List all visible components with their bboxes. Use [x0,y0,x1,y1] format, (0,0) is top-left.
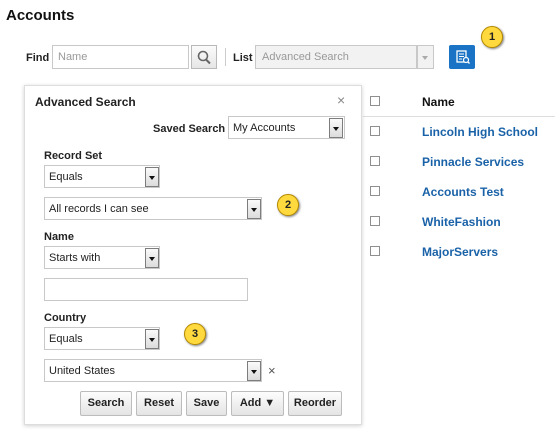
search-button[interactable]: Search [80,391,132,416]
country-operator-dropdown[interactable] [145,329,159,349]
chevron-down-icon [149,257,155,261]
toolbar-divider [225,48,226,66]
country-operator-select[interactable]: Equals [44,327,160,350]
table-row-link[interactable]: MajorServers [422,245,498,259]
save-button[interactable]: Save [186,391,227,416]
table-row-link[interactable]: WhiteFashion [422,215,501,229]
chevron-down-icon [333,127,339,131]
row-checkbox[interactable] [370,216,380,226]
record-set-label: Record Set [44,150,103,162]
page-title: Accounts [6,7,75,24]
row-checkbox[interactable] [370,126,380,136]
table-row-link[interactable]: Pinnacle Services [422,155,524,169]
callout-1: 1 [481,26,503,48]
chevron-down-icon [251,370,257,374]
record-set-operator-dropdown[interactable] [145,167,159,187]
panel-title: Advanced Search [35,95,136,109]
row-checkbox[interactable] [370,156,380,166]
name-value-input[interactable] [44,278,248,301]
search-icon [197,50,211,65]
chevron-down-icon [149,338,155,342]
record-set-value-dropdown[interactable] [247,199,261,219]
clear-icon[interactable]: × [268,363,276,378]
callout-2: 2 [277,194,299,216]
saved-search-dropdown[interactable] [329,118,343,138]
close-icon[interactable]: × [337,92,345,108]
reorder-button[interactable]: Reorder [288,391,342,416]
country-value-dropdown[interactable] [247,361,261,381]
select-all-checkbox[interactable] [370,96,380,106]
chevron-down-icon [251,208,257,212]
saved-search-label: Saved Search [153,123,226,135]
chevron-down-icon [149,176,155,180]
name-operator-dropdown[interactable] [145,248,159,268]
country-label: Country [44,312,87,324]
chevron-down-icon [422,56,428,60]
list-label: List [233,52,253,64]
list-select[interactable]: Advanced Search [255,45,417,69]
row-checkbox[interactable] [370,246,380,256]
name-operator-select[interactable]: Starts with [44,246,160,269]
record-set-value-select[interactable]: All records I can see [44,197,262,220]
country-value-select[interactable]: United States [44,359,262,382]
list-dropdown-button[interactable] [417,45,434,69]
advanced-search-icon [456,50,470,64]
column-header-name: Name [422,95,455,109]
name-label: Name [44,231,74,243]
table-header [363,88,555,117]
add-button[interactable]: Add ▼ [231,391,284,416]
saved-search-select[interactable]: My Accounts [228,116,345,139]
callout-3: 3 [184,323,206,345]
table-row-link[interactable]: Accounts Test [422,185,504,199]
find-label: Find [26,52,50,64]
row-checkbox[interactable] [370,186,380,196]
record-set-operator-select[interactable]: Equals [44,165,160,188]
table-row-link[interactable]: Lincoln High School [422,125,538,139]
advanced-search-button[interactable] [449,45,475,69]
find-input[interactable]: Name [52,45,189,69]
reset-button[interactable]: Reset [136,391,182,416]
find-search-button[interactable] [191,45,217,69]
